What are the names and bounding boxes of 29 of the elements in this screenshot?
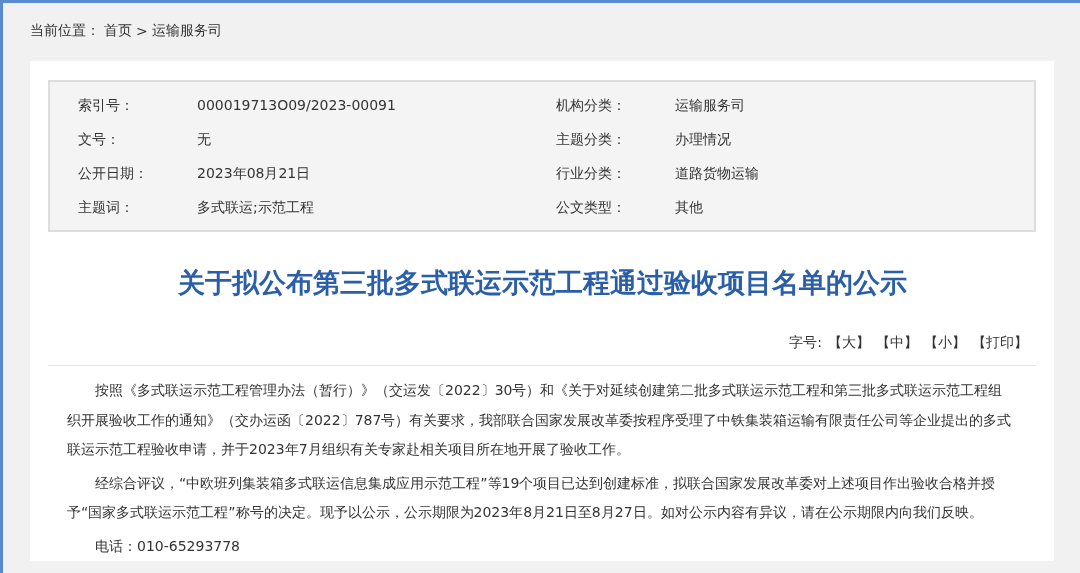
breadcrumb-separator: > [136, 23, 148, 39]
breadcrumb-link[interactable]: 首页 [104, 22, 132, 40]
metadata-value: 2023年08月21日 [197, 164, 312, 183]
font-size-link[interactable]: 【打印】 [972, 333, 1028, 352]
paragraph: 按照《多式联运示范工程管理办法（暂行）》（交运发〔2022〕30号）和《关于对延续创建第二批多式联运示范工程和第三批多式联运示范工程组织开展验收工作的通知》（交办运函〔2022〕787号）有关要求，我部联合国家发展改革委按程序受理了中铁集装箱运输有限责任公司等企业提出的多式联运示范工程验收申请，并于2023年7月组织有关专家赴相关项目所在地开展了验收工作。 [67, 381, 1013, 459]
metadata-label: 索引号： [78, 96, 135, 115]
metadata-value: 000019713O09/2023-00091 [197, 96, 397, 115]
metadata-label: 公开日期： [78, 164, 149, 183]
metadata-label: 行业分类： [556, 164, 627, 183]
breadcrumb-label: 当前位置： [30, 22, 100, 40]
metadata-value: 多式联运;示范工程 [197, 198, 315, 217]
metadata-value: 运输服务司 [675, 96, 746, 115]
article-title: 关于拟公布第三批多式联运示范工程通过验收项目名单的公示 [176, 266, 908, 300]
metadata-label: 文号： [78, 130, 121, 149]
metadata-value: 道路货物运输 [675, 164, 760, 183]
font-size-label: 字号: [789, 333, 822, 352]
metadata-value: 办理情况 [675, 130, 732, 149]
font-size-link[interactable]: 【小】 [924, 333, 966, 352]
breadcrumb-link[interactable]: 运输服务司 [151, 22, 222, 40]
metadata-value: 无 [197, 130, 212, 149]
metadata-label: 机构分类： [556, 96, 627, 115]
metadata-label: 主题词： [78, 198, 135, 217]
metadata-value: 其他 [675, 198, 704, 217]
metadata-label: 主题分类： [556, 130, 627, 149]
paragraph: 经综合评议，“中欧班列集装箱多式联运信息集成应用示范工程”等19个项目已达到创建标准，拟联合国家发展改革委对上述项目作出验收合格并授予“国家多式联运示范工程”称号的决定。现予以公示，公示期限为2023年8月21日至8月27日。如对公示内容有异议，请在公示期限内向我们反映。 [67, 473, 997, 522]
metadata-label: 公文类型： [556, 198, 627, 217]
font-size-link[interactable]: 【中】 [876, 333, 918, 352]
font-size-link[interactable]: 【大】 [828, 333, 870, 352]
paragraph: 电话：010-65293778 [94, 536, 242, 556]
